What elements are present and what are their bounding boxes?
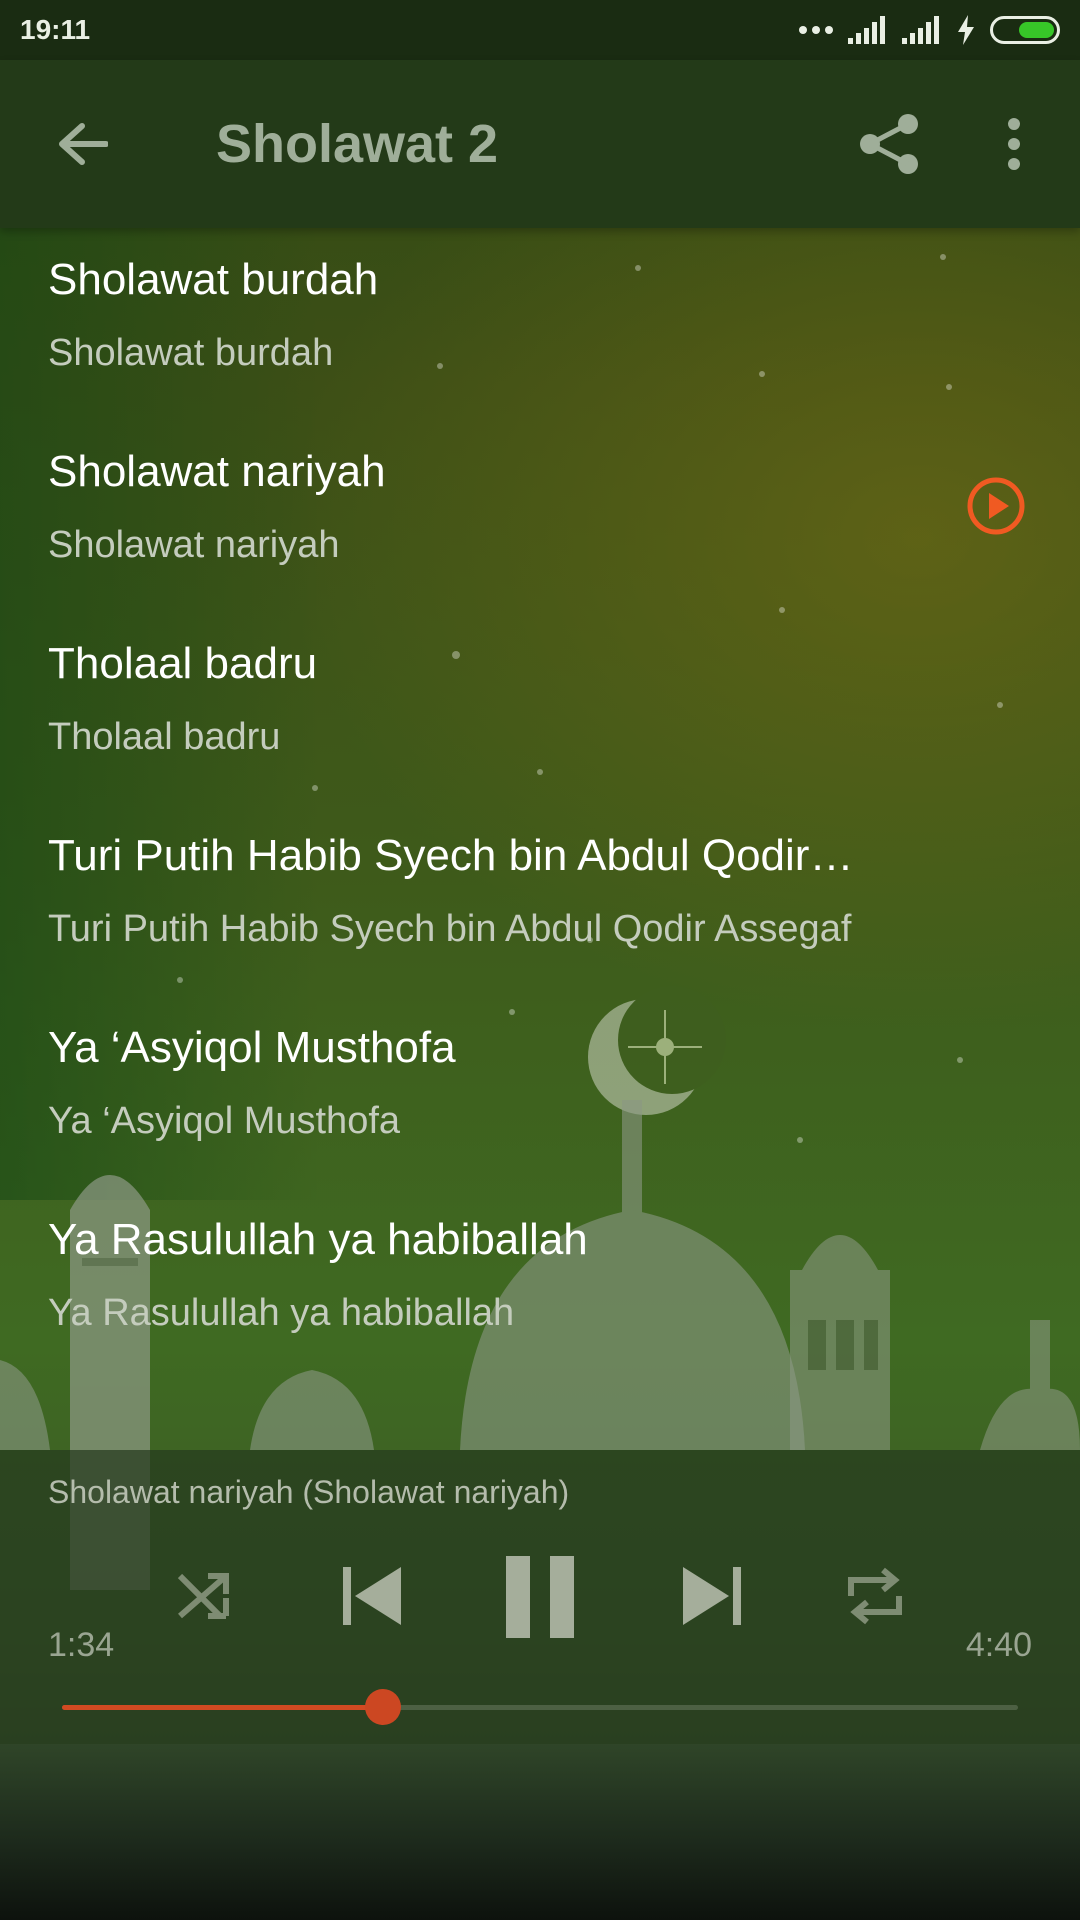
page-title: Sholawat 2 — [216, 114, 499, 174]
more-dots-icon — [799, 26, 833, 34]
track-title: Tholaal badru — [48, 639, 318, 688]
track-subtitle: Sholawat burdah — [48, 332, 334, 374]
skip-previous-icon — [343, 1567, 401, 1625]
more-vertical-icon — [1008, 118, 1020, 170]
list-item[interactable]: Sholawat burdah Sholawat burdah — [0, 228, 1080, 420]
list-item[interactable]: Turi Putih Habib Syech bin Abdul Qodir… … — [0, 804, 1080, 996]
pause-icon — [506, 1556, 574, 1638]
track-subtitle: Turi Putih Habib Syech bin Abdul Qodir A… — [48, 908, 852, 950]
list-item[interactable]: Tholaal badru Tholaal badru — [0, 612, 1080, 804]
repeat-icon — [848, 1567, 902, 1625]
list-item[interactable]: Ya Rasulullah ya habiballah Ya Rasululla… — [0, 1188, 1080, 1380]
previous-button[interactable] — [338, 1560, 408, 1632]
now-playing-label: Sholawat nariyah (Sholawat nariyah) — [48, 1474, 570, 1510]
track-subtitle: Ya Rasulullah ya habiballah — [48, 1292, 515, 1334]
seek-thumb[interactable] — [365, 1689, 402, 1725]
status-icons — [798, 15, 1060, 45]
track-title: Ya ‘Asyiqol Musthofa — [48, 1023, 456, 1072]
signal-icon — [848, 16, 885, 44]
repeat-button[interactable] — [842, 1564, 908, 1628]
bottom-gradient — [0, 1744, 1080, 1920]
battery-icon — [990, 16, 1060, 44]
track-title: Sholawat burdah — [48, 255, 379, 304]
list-item[interactable]: Sholawat nariyah Sholawat nariyah — [0, 420, 1080, 612]
next-button[interactable] — [676, 1560, 746, 1632]
seek-bar[interactable] — [62, 1689, 1018, 1725]
seek-progress — [62, 1705, 384, 1710]
charging-icon — [958, 15, 974, 45]
track-title: Turi Putih Habib Syech bin Abdul Qodir… — [48, 831, 854, 880]
arrow-left-icon — [59, 123, 108, 165]
now-playing-indicator-icon[interactable] — [966, 476, 1026, 536]
status-time: 19:11 — [20, 14, 91, 45]
track-subtitle: Ya ‘Asyiqol Musthofa — [48, 1100, 401, 1142]
track-title-partial: Ya … — [48, 1440, 968, 1450]
app-bar: Sholawat 2 — [0, 60, 1080, 228]
track-title: Ya Rasulullah ya habiballah — [48, 1215, 588, 1264]
skip-next-icon — [683, 1567, 741, 1625]
track-subtitle: Sholawat nariyah — [48, 524, 340, 566]
pause-button[interactable] — [498, 1552, 582, 1642]
list-item[interactable]: Ya … — [0, 1380, 1080, 1450]
current-time: 1:34 — [48, 1626, 115, 1664]
track-title: Sholawat nariyah — [48, 447, 386, 496]
signal-icon — [902, 16, 939, 44]
shuffle-icon — [177, 1573, 229, 1619]
playlist: Sholawat burdah Sholawat burdah Sholawat… — [0, 228, 1080, 1450]
share-icon — [860, 114, 918, 174]
track-subtitle: Tholaal badru — [48, 716, 281, 758]
back-button[interactable] — [52, 114, 112, 174]
player-panel: Sholawat nariyah (Sholawat nariyah) 1:34… — [0, 1450, 1080, 1744]
list-item[interactable]: Ya ‘Asyiqol Musthofa Ya ‘Asyiqol Musthof… — [0, 996, 1080, 1188]
share-button[interactable] — [858, 112, 922, 176]
more-options-button[interactable] — [986, 112, 1026, 176]
status-bar: 19:11 — [0, 0, 1080, 60]
total-time: 4:40 — [965, 1626, 1032, 1664]
shuffle-button[interactable] — [172, 1564, 236, 1628]
